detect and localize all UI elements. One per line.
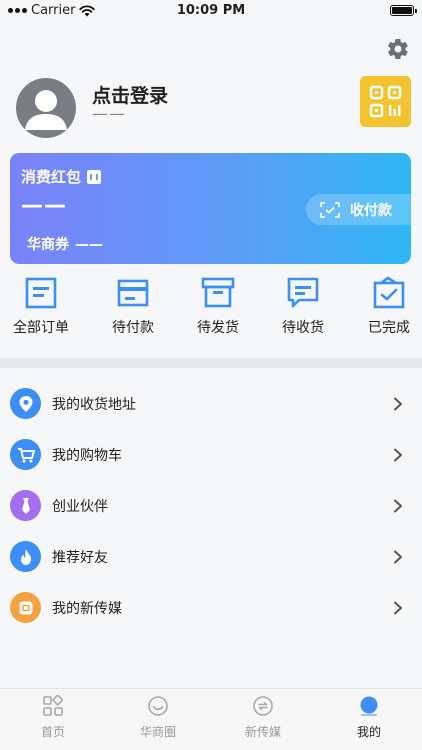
order-pending-payment[interactable]: 待付款 [93, 276, 173, 337]
location-pin-icon [10, 388, 41, 419]
menu-item-partner-label: 创业伙伴 [52, 499, 108, 515]
tab-mine[interactable]: 我的 [327, 695, 411, 740]
menu-item-media[interactable]: 我的新传媒 [0, 582, 422, 633]
wallet-icon [117, 279, 149, 307]
chevron-right-icon [394, 448, 402, 462]
order-pending-shipment[interactable]: 待发货 [178, 276, 258, 337]
order-pending-receipt[interactable]: 待收货 [263, 276, 343, 337]
qr-code-button[interactable] [360, 76, 411, 127]
qr-code-icon [369, 85, 402, 118]
tab-media[interactable]: 新传媒 [221, 695, 305, 740]
order-shortcuts: 全部订单 待付款 待发货 待收货 已完成 [0, 276, 422, 346]
tab-home-label: 首页 [40, 725, 65, 739]
order-all-label: 全部订单 [13, 320, 69, 336]
menu-item-refer-label: 推荐好友 [52, 550, 108, 566]
avatar[interactable] [16, 78, 76, 138]
chevron-right-icon [394, 550, 402, 564]
tie-icon [10, 490, 41, 521]
menu-item-refer[interactable]: 推荐好友 [0, 531, 422, 582]
box-icon [201, 277, 235, 308]
coupon-value: —— [75, 237, 103, 253]
chevron-right-icon [394, 499, 402, 513]
order-list-icon [25, 277, 57, 309]
order-completed-label: 已完成 [368, 320, 410, 336]
order-pending-receipt-label: 待收货 [282, 320, 324, 336]
home-grid-icon [43, 695, 64, 716]
menu-item-cart[interactable]: 我的购物车 [0, 429, 422, 480]
cart-icon [10, 439, 41, 470]
menu-item-media-label: 我的新传媒 [52, 601, 122, 617]
chevron-right-icon [394, 397, 402, 411]
circle-chat-icon [148, 696, 168, 716]
menu-item-cart-label: 我的购物车 [52, 448, 122, 464]
status-bar: Carrier 10:09 PM [0, 0, 422, 22]
user-id-placeholder: —— [92, 104, 126, 123]
wallet-title-row: 消费红包 [21, 166, 102, 187]
tab-home[interactable]: 首页 [11, 695, 95, 740]
menu-item-address[interactable]: 我的收货地址 [0, 378, 422, 429]
profile-dot-icon [360, 696, 378, 716]
pay-receive-label: 收付款 [350, 202, 392, 219]
menu-item-address-label: 我的收货地址 [52, 397, 136, 413]
ticket-icon [87, 169, 102, 184]
order-pending-shipment-label: 待发货 [197, 320, 239, 336]
order-all[interactable]: 全部订单 [1, 276, 81, 337]
tab-bar: 首页 华商圈 新传媒 我的 [0, 688, 422, 750]
battery-icon [390, 5, 417, 16]
tab-circle-label: 华商圈 [139, 725, 176, 739]
tab-media-label: 新传媒 [244, 725, 281, 739]
refresh-media-icon [253, 696, 273, 716]
pay-receive-button[interactable]: 收付款 [306, 194, 411, 225]
wallet-amount: —— [21, 193, 67, 218]
tab-circle[interactable]: 华商圈 [116, 695, 200, 740]
status-time: 10:09 PM [176, 3, 246, 18]
scan-icon [320, 201, 340, 218]
wallet-title: 消费红包 [21, 168, 82, 186]
completed-box-icon [373, 276, 405, 309]
media-icon [10, 592, 41, 623]
user-silhouette-icon [25, 90, 67, 130]
menu-item-partner[interactable]: 创业伙伴 [0, 480, 422, 531]
message-box-icon [287, 277, 319, 308]
wallet-card[interactable]: 消费红包 —— 华商券 —— 收付款 [10, 153, 411, 264]
section-divider [0, 358, 422, 368]
coupon-label: 华商券 [27, 237, 69, 253]
order-completed[interactable]: 已完成 [349, 276, 422, 337]
chevron-right-icon [394, 601, 402, 615]
tab-mine-label: 我的 [356, 725, 381, 739]
flame-icon [10, 541, 41, 572]
coupon-row[interactable]: 华商券 —— [21, 234, 103, 254]
order-pending-payment-label: 待付款 [112, 320, 154, 336]
gear-icon[interactable] [386, 37, 410, 61]
